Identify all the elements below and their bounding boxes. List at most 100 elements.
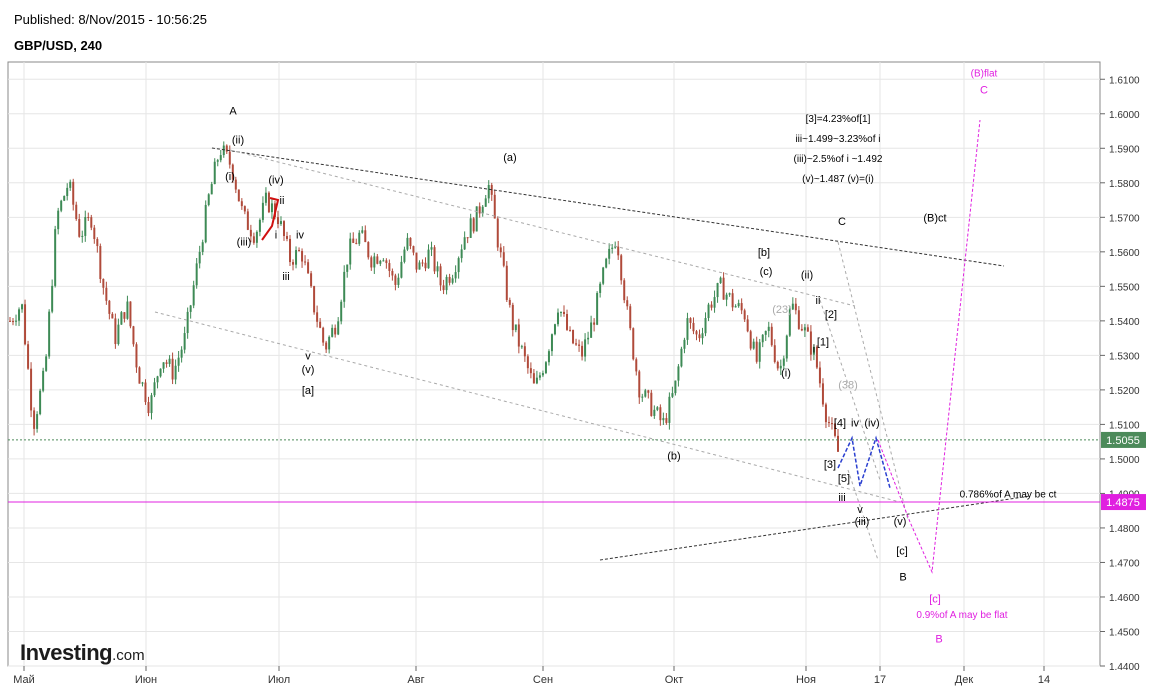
wave-label: (ii) <box>232 135 244 147</box>
x-tick-label: Июн <box>135 674 157 686</box>
wave-note: iii~1.499~3.23%of i <box>795 134 880 145</box>
candle-body <box>45 356 48 371</box>
candle-body <box>541 373 544 376</box>
candle-body <box>472 218 475 232</box>
candle-body <box>379 260 382 264</box>
wave-label: (B)flat <box>971 68 998 79</box>
candle-body <box>608 248 611 259</box>
candle-body <box>255 231 258 243</box>
candle-body <box>469 218 472 238</box>
wave-label: i <box>813 343 815 355</box>
candle-body <box>487 184 490 199</box>
candle-body <box>454 272 457 279</box>
candle-body <box>352 238 355 243</box>
candle-body <box>644 390 647 397</box>
candle-body <box>126 301 129 319</box>
wave-note: [3]=4.23%of[1] <box>806 114 871 125</box>
candle-body <box>111 313 114 319</box>
candle-body <box>102 278 105 288</box>
candle-body <box>358 232 361 244</box>
candle-body <box>553 324 556 335</box>
candle-body <box>228 151 231 165</box>
candle-body <box>728 293 731 295</box>
candle-body <box>511 304 514 331</box>
candle-body <box>120 312 123 325</box>
wave-label: (v) <box>894 516 907 528</box>
candle-body <box>638 371 641 398</box>
candle-body <box>180 349 183 358</box>
wave-label: iii <box>838 492 845 504</box>
candle-body <box>42 370 45 391</box>
candle-body <box>12 321 15 323</box>
wave-label: (iii) <box>855 516 870 528</box>
y-tick-label: 1.6000 <box>1109 110 1140 121</box>
candle-body <box>707 304 710 319</box>
candle-body <box>581 345 584 357</box>
candle-body <box>279 221 282 224</box>
candle-body <box>797 310 800 329</box>
y-tick-label: 1.5200 <box>1109 386 1140 397</box>
candle-body <box>397 277 400 285</box>
candle-body <box>319 321 322 328</box>
candle-body <box>535 377 538 384</box>
candle-body <box>147 402 150 414</box>
candle-body <box>725 294 728 300</box>
candle-body <box>129 301 132 327</box>
candle-body <box>538 375 541 378</box>
candle-body <box>575 343 578 345</box>
candle-body <box>716 283 719 298</box>
candle-body <box>48 311 51 357</box>
candle-body <box>364 230 367 243</box>
wave-note: (v)~1.487 (v)=(i) <box>802 174 874 185</box>
candle-body <box>764 330 767 335</box>
candle-body <box>298 250 301 252</box>
candle-body <box>572 330 575 344</box>
x-tick-label: Авг <box>407 674 424 686</box>
candle-body <box>201 242 204 252</box>
candle-body <box>653 409 656 416</box>
candle-body <box>270 203 273 213</box>
candle-body <box>331 327 334 337</box>
candle-body <box>776 361 779 369</box>
candle-body <box>665 418 668 423</box>
candle-body <box>204 204 207 243</box>
candle-body <box>563 311 566 314</box>
candle-body <box>559 311 562 313</box>
candle-body <box>620 255 623 281</box>
candle-body <box>526 356 529 369</box>
y-tick-label: 1.4800 <box>1109 524 1140 535</box>
x-tick-label: Июл <box>268 674 290 686</box>
y-tick-label: 1.5600 <box>1109 248 1140 259</box>
candle-body <box>394 275 397 285</box>
candle-body <box>737 303 740 307</box>
logo-brand: Investing <box>20 640 113 665</box>
candle-body <box>647 390 650 393</box>
candle-body <box>153 382 156 396</box>
candle-body <box>189 305 192 312</box>
candle-body <box>794 303 797 311</box>
y-tick-label: 1.5700 <box>1109 213 1140 224</box>
wave-label: v <box>305 350 311 362</box>
candle-body <box>63 196 66 201</box>
wave-label: ii <box>816 295 821 307</box>
candle-body <box>809 331 812 355</box>
x-tick-label: 17 <box>874 674 886 686</box>
candle-body <box>683 339 686 349</box>
current-price-label: 1.5055 <box>1106 435 1140 447</box>
y-tick-label: 1.5400 <box>1109 317 1140 328</box>
wave-label: (v) <box>302 364 315 376</box>
candle-body <box>463 237 466 250</box>
y-tick-label: 1.4500 <box>1109 627 1140 638</box>
candle-body <box>424 262 427 269</box>
candle-body <box>818 367 821 384</box>
candle-body <box>773 345 776 362</box>
candle-body <box>337 321 340 335</box>
candle-body <box>108 300 111 314</box>
candle-body <box>837 435 839 452</box>
candle-body <box>258 219 261 232</box>
magenta-level-label: 1.4875 <box>1106 497 1140 509</box>
wave-label: (iv) <box>268 174 283 186</box>
investing-logo: Investing.com <box>20 640 145 666</box>
y-tick-label: 1.5300 <box>1109 351 1140 362</box>
wave-label: [4] <box>834 418 846 430</box>
